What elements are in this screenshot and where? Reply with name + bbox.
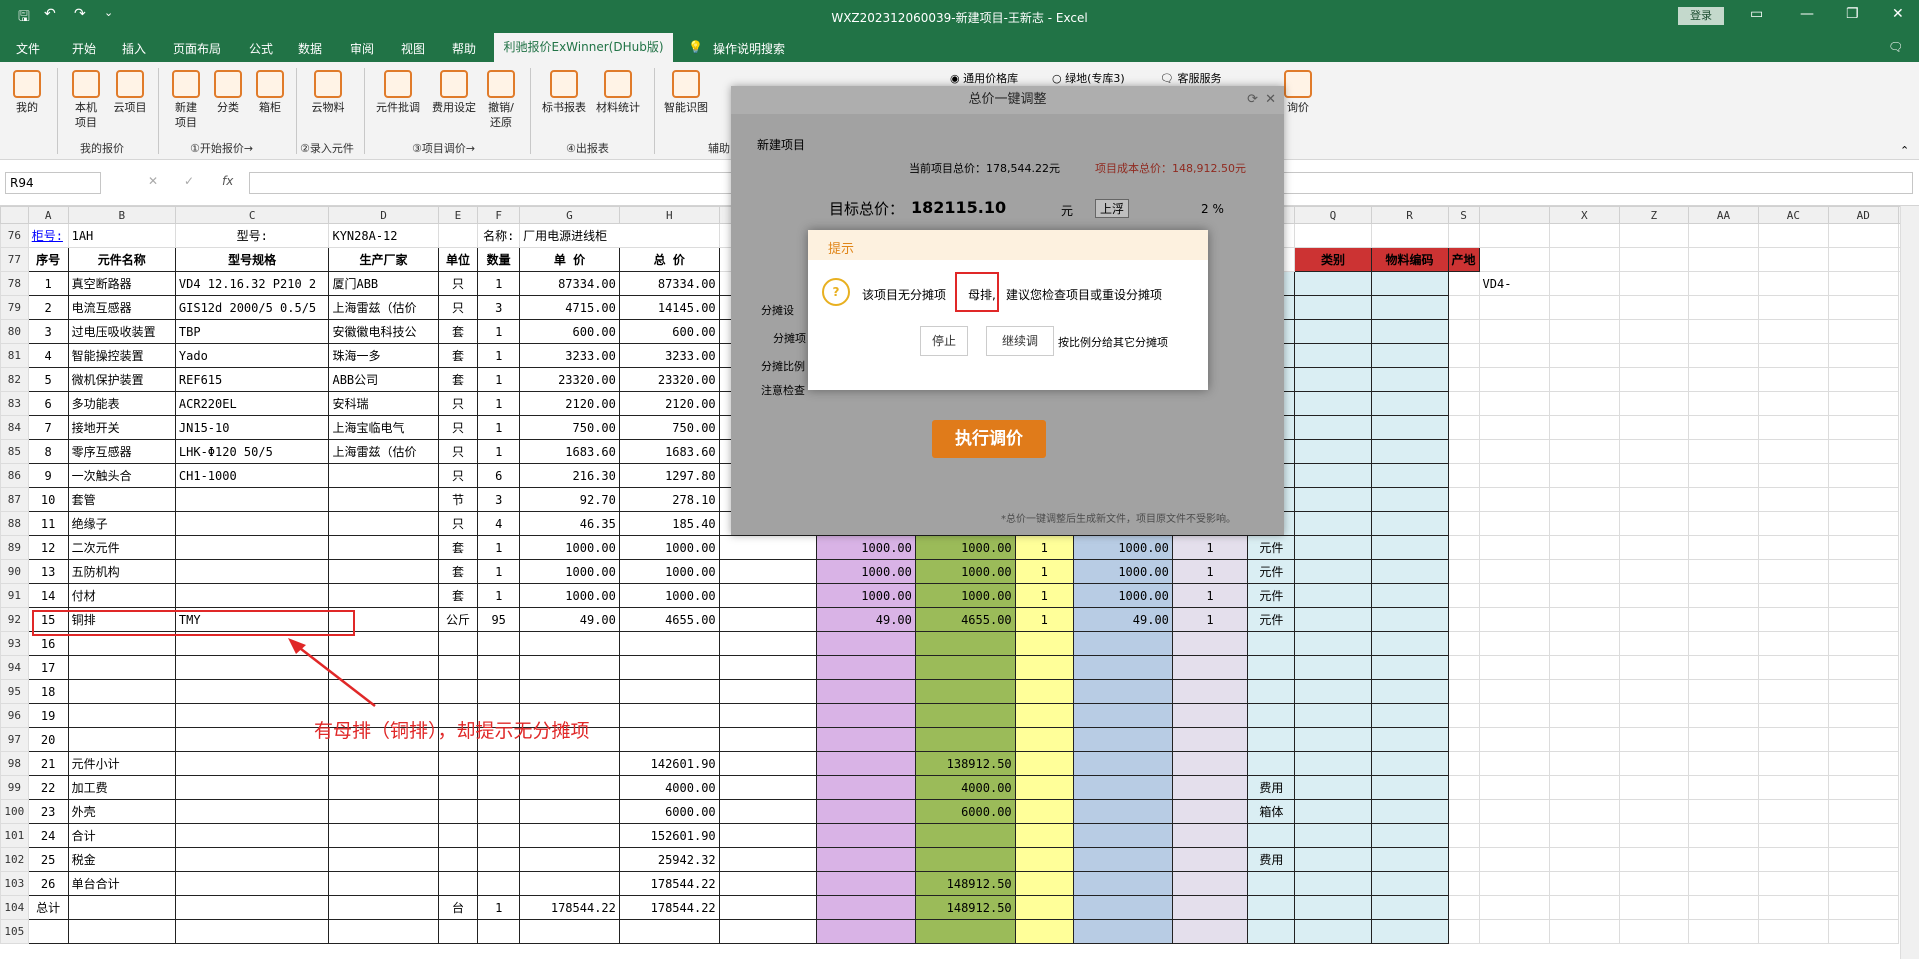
highlight-busbar-text: [955, 272, 999, 312]
prompt-dialog: 提示 ? 该项目无分摊项 母排, 建议您检查项目或重设分摊项 停止 继续调 按比…: [808, 230, 1208, 390]
question-icon: ?: [822, 278, 850, 306]
continue-button[interactable]: 继续调: [986, 326, 1054, 356]
arrow-to-row: [291, 641, 376, 707]
prompt-title: 提示: [808, 230, 1208, 260]
stop-button[interactable]: 停止: [920, 326, 968, 356]
prompt-hint: 按比例分给其它分摊项: [1058, 336, 1168, 349]
prompt-message-1: 该项目无分摊项: [862, 288, 947, 302]
execute-adjust-button[interactable]: 执行调价: [932, 420, 1046, 458]
prompt-message-2: 建议您检查项目或重设分摊项: [1006, 288, 1163, 302]
